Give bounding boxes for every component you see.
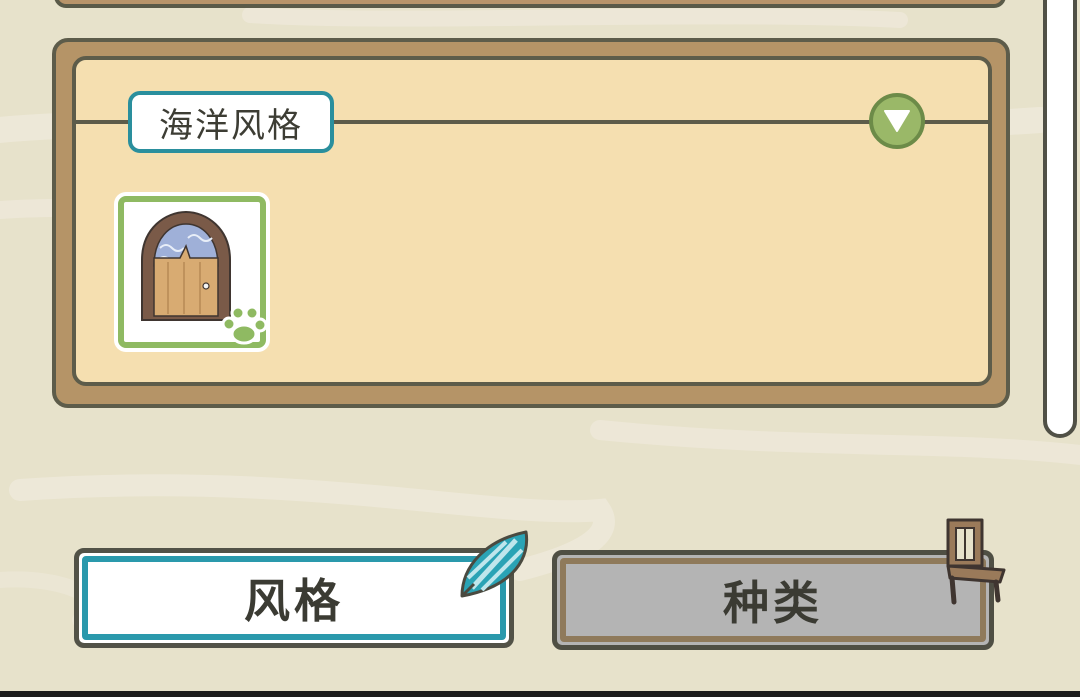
previous-panel-bottom-edge bbox=[54, 0, 1006, 8]
bottom-edge-bar bbox=[0, 691, 1080, 697]
seashell-icon bbox=[460, 530, 529, 598]
collapse-button[interactable] bbox=[869, 93, 925, 149]
chair-icon bbox=[946, 518, 1006, 605]
green-paw-icon bbox=[221, 305, 266, 345]
item-card-ocean-door[interactable] bbox=[114, 192, 270, 352]
chevron-down-icon bbox=[884, 110, 910, 132]
category-panel-inner: 海洋风格 bbox=[72, 56, 992, 386]
tab-style-label: 风格 bbox=[244, 574, 344, 628]
tab-style[interactable]: 风格 bbox=[74, 548, 514, 648]
tab-category[interactable]: 种类 bbox=[552, 550, 994, 650]
tab-category-label: 种类 bbox=[723, 576, 823, 630]
section-title: 海洋风格 bbox=[128, 91, 334, 153]
category-panel: 海洋风格 bbox=[52, 38, 1010, 408]
scrollbar[interactable] bbox=[1043, 0, 1077, 438]
